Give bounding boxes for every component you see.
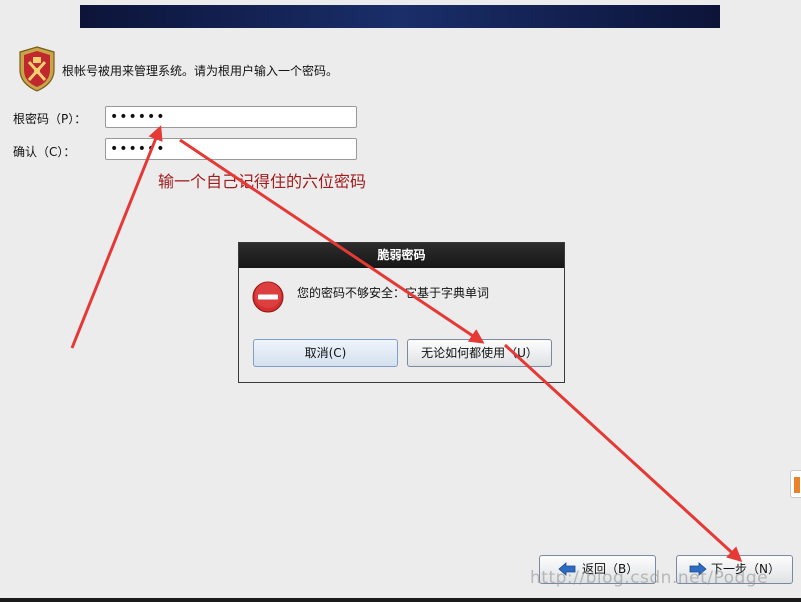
shield-logo-icon: [19, 46, 55, 92]
top-banner: [80, 5, 720, 28]
dialog-message: 您的密码不够安全：它基于字典单词: [297, 286, 490, 300]
confirm-password-label: 确认（C）：: [13, 145, 76, 159]
arrow-to-password-field: [70, 125, 163, 349]
stop-icon: [252, 281, 284, 313]
confirm-password-input[interactable]: ••••••: [105, 138, 357, 160]
annotation-text: 输一个自己记得住的六位密码: [158, 172, 367, 191]
intro-text: 根帐号被用来管理系统。请为根用户输入一个密码。: [62, 64, 339, 78]
side-widget-tab[interactable]: [790, 470, 801, 498]
use-anyway-button[interactable]: 无论如何都使用（U）: [407, 339, 552, 367]
cancel-button[interactable]: 取消(C): [253, 339, 398, 367]
weak-password-dialog: 脆弱密码 您的密码不够安全：它基于字典单词 取消(C) 无论如何都使用（U）: [238, 242, 565, 383]
root-password-label: 根密码（P）：: [13, 112, 87, 126]
bottom-border: [0, 598, 801, 602]
root-password-input[interactable]: ••••••: [105, 106, 357, 128]
watermark-text: http://blog.csdn.net/Podge: [530, 568, 769, 588]
dialog-title: 脆弱密码: [239, 243, 564, 268]
